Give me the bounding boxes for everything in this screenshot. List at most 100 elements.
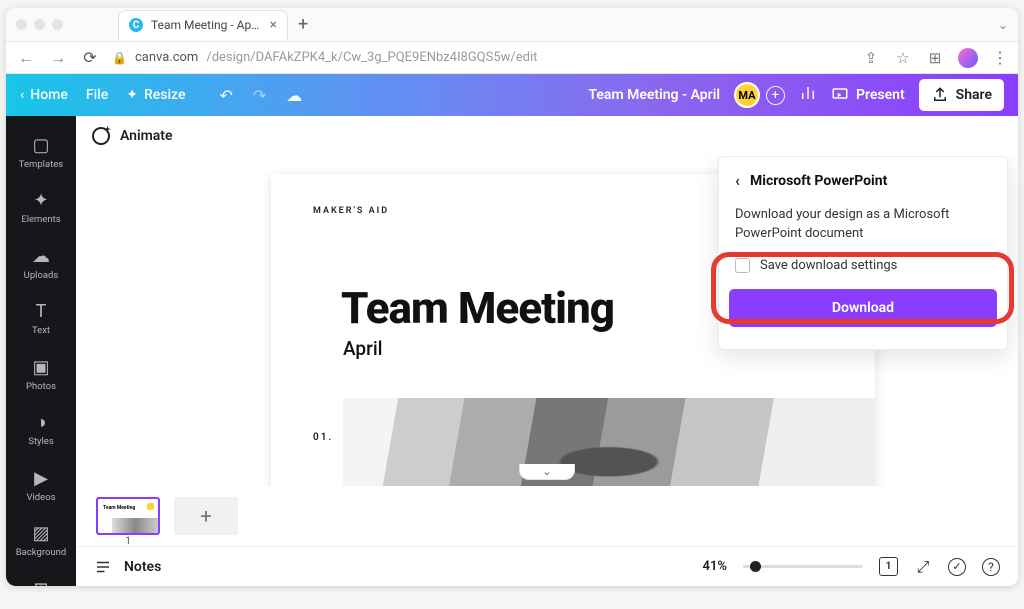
close-dot[interactable] xyxy=(16,19,27,30)
browser-right-icons: ⇪ ☆ ⊞ ⋮ xyxy=(862,48,1008,68)
undo-icon[interactable]: ↶ xyxy=(219,86,232,105)
present-label: Present xyxy=(856,87,905,103)
resize-menu[interactable]: ✦ Resize xyxy=(126,87,185,103)
slide-image[interactable] xyxy=(343,398,875,486)
browser-tab[interactable]: C Team Meeting - April - Present… × xyxy=(118,10,288,40)
tab-title: Team Meeting - April - Present… xyxy=(151,18,262,32)
sidebar-item-styles[interactable]: ◑ Styles xyxy=(6,403,76,456)
save-settings-row[interactable]: Save download settings xyxy=(735,258,991,273)
file-label: File xyxy=(86,87,108,103)
add-collaborator-button[interactable]: + xyxy=(766,86,785,105)
panel-description: Download your design as a Microsoft Powe… xyxy=(735,206,991,244)
close-tab-icon[interactable]: × xyxy=(270,17,277,33)
url-bar: ← → ⟳ 🔒 canva.com/design/DAFAkZPK4_k/Cw_… xyxy=(6,42,1018,74)
window-controls[interactable] xyxy=(16,19,63,30)
minimize-dot[interactable] xyxy=(34,19,45,30)
zoom-slider[interactable] xyxy=(743,565,863,568)
save-settings-label: Save download settings xyxy=(760,258,897,273)
analytics-icon[interactable] xyxy=(799,84,817,106)
zoom-level[interactable]: 41% xyxy=(703,559,727,574)
sidebar-item-elements[interactable]: ✦ Elements xyxy=(6,181,76,234)
cloud-sync-icon[interactable]: ☁ xyxy=(286,86,302,105)
slide-page-number[interactable]: 01. xyxy=(313,432,333,443)
sidebar-label: Templates xyxy=(19,160,63,170)
sidebar-icon: ◑ xyxy=(36,412,47,433)
slide-subtitle[interactable]: April xyxy=(343,337,383,360)
notes-icon[interactable] xyxy=(94,558,112,576)
canva-favicon: C xyxy=(129,18,143,32)
slide-brand-text[interactable]: MAKER'S AID xyxy=(313,206,389,216)
document-name[interactable]: Team Meeting - April xyxy=(588,87,720,103)
sidebar-label: Elements xyxy=(21,215,60,225)
zoom-slider-knob[interactable] xyxy=(750,561,761,572)
sidebar-icon: ☁ xyxy=(32,246,50,267)
file-menu[interactable]: File xyxy=(86,87,108,103)
add-page-button[interactable]: + xyxy=(174,497,238,535)
stage[interactable]: MAKER'S AID Team Meeting April 01. ‹ Mic… xyxy=(76,156,1018,486)
sidebar-icon: ▣ xyxy=(32,357,49,378)
collapse-pages-icon[interactable]: ⌄ xyxy=(519,464,575,480)
redo-icon[interactable]: ↷ xyxy=(253,86,266,105)
filmstrip: Team Meeting 1 + xyxy=(76,486,1018,546)
sidebar-label: Videos xyxy=(26,493,55,503)
chevron-left-icon: ‹ xyxy=(20,87,24,103)
left-sidebar: ▢ Templates ✦ Elements ☁ Uploads T Text ▣ Photos ◑… xyxy=(6,116,76,586)
export-panel: ‹ Microsoft PowerPoint Download your des… xyxy=(718,156,1008,350)
resize-label: Resize xyxy=(144,87,186,103)
download-button[interactable]: Download xyxy=(729,289,997,327)
sidebar-label: Photos xyxy=(26,382,56,392)
grid-view-button[interactable]: 1 xyxy=(879,557,898,576)
animate-button[interactable]: Animate xyxy=(120,128,173,144)
canva-topbar: ‹ Home File ✦ Resize ↶ ↷ ☁ Team Meeting … xyxy=(6,74,1018,116)
notes-button[interactable]: Notes xyxy=(124,559,161,575)
tabs-expand-icon[interactable]: ⌄ xyxy=(998,18,1008,32)
sidebar-item-photos[interactable]: ▣ Photos xyxy=(6,348,76,401)
bottom-bar: Notes 41% 1 ⤢ ✓ ? xyxy=(76,546,1018,586)
browser-menu-icon[interactable]: ⋮ xyxy=(992,48,1008,67)
sidebar-item-text[interactable]: T Text xyxy=(6,292,76,345)
sidebar-item-templates[interactable]: ▢ Templates xyxy=(6,126,76,179)
sidebar-icon: ✦ xyxy=(33,190,48,211)
sparkle-icon: ✦ xyxy=(126,87,138,103)
sidebar-icon: ⊞ xyxy=(33,579,48,587)
panel-back-icon[interactable]: ‹ xyxy=(735,171,740,190)
thumb-title: Team Meeting xyxy=(103,505,135,511)
slide-title[interactable]: Team Meeting xyxy=(341,282,614,334)
help-icon[interactable]: ? xyxy=(982,558,1000,576)
workspace: ▢ Templates ✦ Elements ☁ Uploads T Text ▣ Photos ◑… xyxy=(6,116,1018,586)
titlebar: C Team Meeting - April - Present… × + ⌄ xyxy=(6,8,1018,42)
nav-back-icon[interactable]: ← xyxy=(16,48,36,68)
panel-title: Microsoft PowerPoint xyxy=(750,173,887,189)
sidebar-item-videos[interactable]: ▶Videos xyxy=(6,459,76,512)
url-path: /design/DAFAkZPK4_k/Cw_3g_PQE9ENbz4I8GQS… xyxy=(206,50,537,65)
profile-avatar[interactable] xyxy=(958,48,978,68)
address-field[interactable]: 🔒 canva.com/design/DAFAkZPK4_k/Cw_3g_PQE… xyxy=(112,50,850,65)
sidebar-item-background[interactable]: ▨Background xyxy=(6,514,76,567)
new-tab-button[interactable]: + xyxy=(298,16,308,34)
thumb-image xyxy=(112,518,158,533)
share-button[interactable]: Share xyxy=(919,79,1004,111)
home-button[interactable]: ‹ Home xyxy=(20,87,68,103)
save-settings-checkbox[interactable] xyxy=(735,258,750,273)
sidebar-label: Styles xyxy=(28,437,54,447)
present-button[interactable]: Present xyxy=(831,86,905,104)
sidebar-label: Background xyxy=(16,548,67,558)
url-host: canva.com xyxy=(135,50,198,65)
thumb-badge xyxy=(147,503,154,510)
share-url-icon[interactable]: ⇪ xyxy=(862,49,880,67)
bookmark-icon[interactable]: ☆ xyxy=(894,49,912,67)
nav-reload-icon[interactable]: ⟳ xyxy=(80,48,100,67)
sidebar-label: Text xyxy=(32,326,50,336)
user-avatar[interactable]: MA xyxy=(734,82,760,108)
sidebar-label: Uploads xyxy=(24,271,59,281)
sidebar-item-uploads[interactable]: ☁ Uploads xyxy=(6,237,76,290)
fullscreen-icon[interactable]: ⤢ xyxy=(914,558,932,576)
page-thumbnail-1[interactable]: Team Meeting 1 xyxy=(96,497,160,535)
sidebar-item-all-your-de-[interactable]: ⊞All your de… xyxy=(6,570,76,587)
extension-icon[interactable]: ⊞ xyxy=(926,49,944,67)
thumb-number: 1 xyxy=(125,536,131,547)
sidebar-icon: T xyxy=(36,301,47,322)
sidebar-icon: ▢ xyxy=(32,135,49,156)
animate-toolbar: Animate xyxy=(76,116,1018,156)
zoom-dot[interactable] xyxy=(52,19,63,30)
